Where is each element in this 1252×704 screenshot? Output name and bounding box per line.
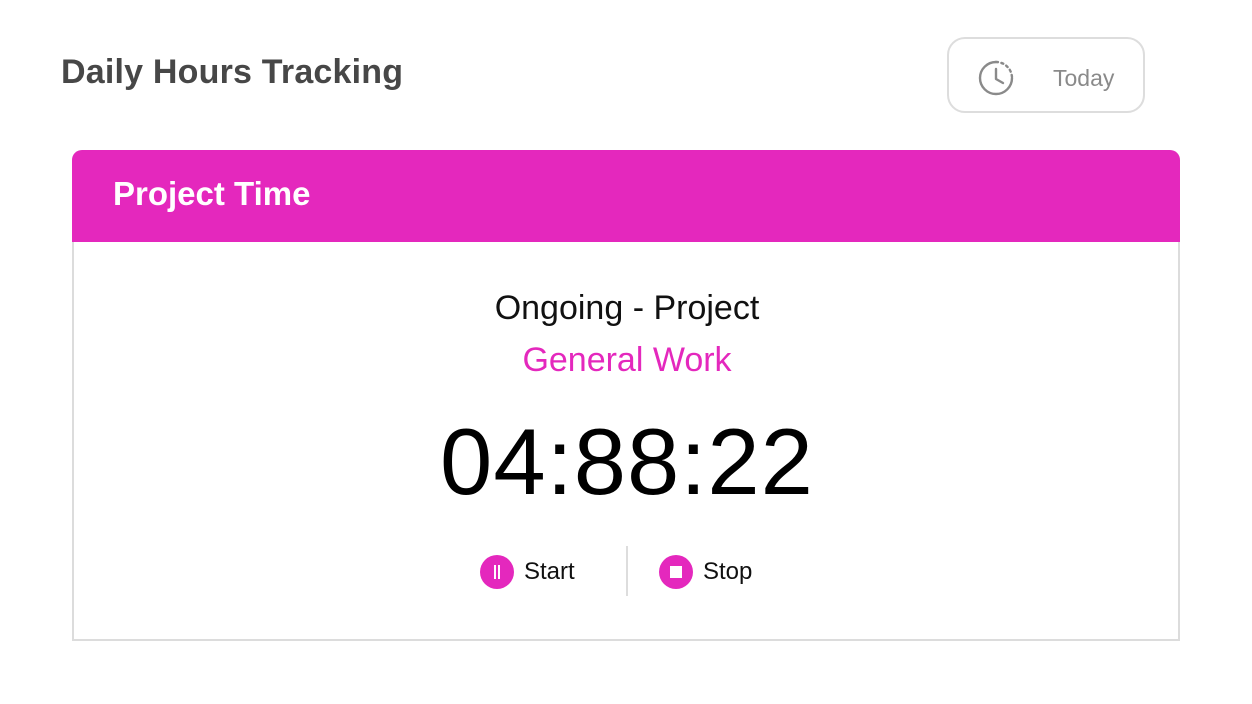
card-header: Project Time (72, 150, 1180, 242)
project-time-card: Project Time Ongoing - Project General W… (72, 150, 1180, 641)
controls-divider (626, 546, 628, 596)
stop-icon (659, 555, 693, 589)
stop-button[interactable]: Stop (659, 553, 752, 591)
project-name: Ongoing - Project (494, 289, 760, 327)
start-label: Start (524, 558, 575, 585)
start-button[interactable]: Start (480, 553, 575, 591)
timer-display: 04:88:22 (440, 409, 814, 514)
card-title: Project Time (113, 175, 311, 212)
pause-icon (480, 555, 514, 589)
clock-history-icon (978, 60, 1014, 96)
page-title: Daily Hours Tracking (61, 53, 404, 91)
stop-label: Stop (703, 558, 753, 585)
date-filter-label: Today (1053, 65, 1115, 91)
task-name: General Work (522, 341, 732, 379)
date-filter-button[interactable]: Today (947, 37, 1145, 113)
